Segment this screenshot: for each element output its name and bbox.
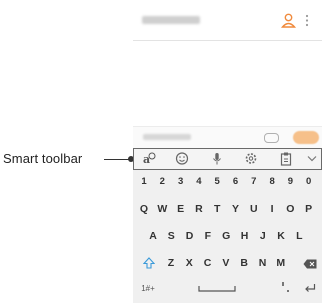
key-v[interactable]: V [219, 254, 233, 273]
key-x[interactable]: X [182, 254, 196, 273]
key-0[interactable]: 0 [302, 172, 316, 191]
message-input[interactable] [143, 134, 191, 140]
emoji-icon[interactable] [175, 151, 189, 166]
key-9[interactable]: 9 [283, 172, 297, 191]
symbols-key[interactable]: 1#+ [139, 279, 157, 298]
key-m[interactable]: M [274, 254, 288, 273]
enter-icon[interactable] [304, 283, 316, 293]
key-2[interactable]: 2 [155, 172, 169, 191]
key-4[interactable]: 4 [192, 172, 206, 191]
comma-key[interactable] [282, 282, 284, 286]
backspace-icon[interactable] [303, 259, 317, 269]
shift-icon[interactable] [143, 257, 155, 269]
key-t[interactable]: T [210, 200, 224, 219]
key-e[interactable]: E [174, 200, 188, 219]
smart-toolbar: a [133, 148, 322, 170]
key-y[interactable]: Y [229, 200, 243, 219]
key-8[interactable]: 8 [265, 172, 279, 191]
person-icon[interactable] [280, 12, 297, 29]
chevron-down-icon[interactable] [305, 151, 319, 166]
translate-icon[interactable]: a [142, 151, 156, 166]
period-key[interactable] [287, 290, 289, 292]
key-1[interactable]: 1 [137, 172, 151, 191]
space-icon[interactable] [198, 285, 236, 293]
key-o[interactable]: O [283, 200, 297, 219]
key-r[interactable]: R [192, 200, 206, 219]
key-7[interactable]: 7 [247, 172, 261, 191]
message-area [133, 41, 322, 125]
more-vert-icon[interactable] [303, 12, 311, 29]
keyboard: 1 2 3 4 5 6 7 8 9 0 Q W E R T Y U I O P A S D F G H J K L Z X C V B N M 1#+ [133, 149, 322, 303]
key-d[interactable]: D [183, 227, 197, 246]
key-j[interactable]: J [256, 227, 270, 246]
key-b[interactable]: B [237, 254, 251, 273]
callout-line [104, 159, 131, 160]
key-i[interactable]: I [265, 200, 279, 219]
key-3[interactable]: 3 [174, 172, 188, 191]
contact-name [142, 16, 200, 24]
key-q[interactable]: Q [137, 200, 151, 219]
composer [133, 126, 322, 150]
key-s[interactable]: S [164, 227, 178, 246]
key-f[interactable]: F [201, 227, 215, 246]
attach-icon[interactable] [264, 133, 279, 143]
send-button[interactable] [293, 131, 319, 144]
key-g[interactable]: G [219, 227, 233, 246]
key-p[interactable]: P [302, 200, 316, 219]
settings-icon[interactable] [244, 151, 258, 166]
key-5[interactable]: 5 [210, 172, 224, 191]
key-u[interactable]: U [247, 200, 261, 219]
callout-label: Smart toolbar [3, 151, 83, 166]
key-6[interactable]: 6 [229, 172, 243, 191]
key-h[interactable]: H [238, 227, 252, 246]
key-a[interactable]: A [146, 227, 160, 246]
key-z[interactable]: Z [164, 254, 178, 273]
key-c[interactable]: C [201, 254, 215, 273]
key-n[interactable]: N [256, 254, 270, 273]
key-l[interactable]: L [292, 227, 306, 246]
key-w[interactable]: W [155, 200, 169, 219]
app-bar [133, 0, 322, 41]
key-k[interactable]: K [274, 227, 288, 246]
microphone-icon[interactable] [210, 151, 224, 166]
clipboard-icon[interactable] [279, 151, 293, 166]
